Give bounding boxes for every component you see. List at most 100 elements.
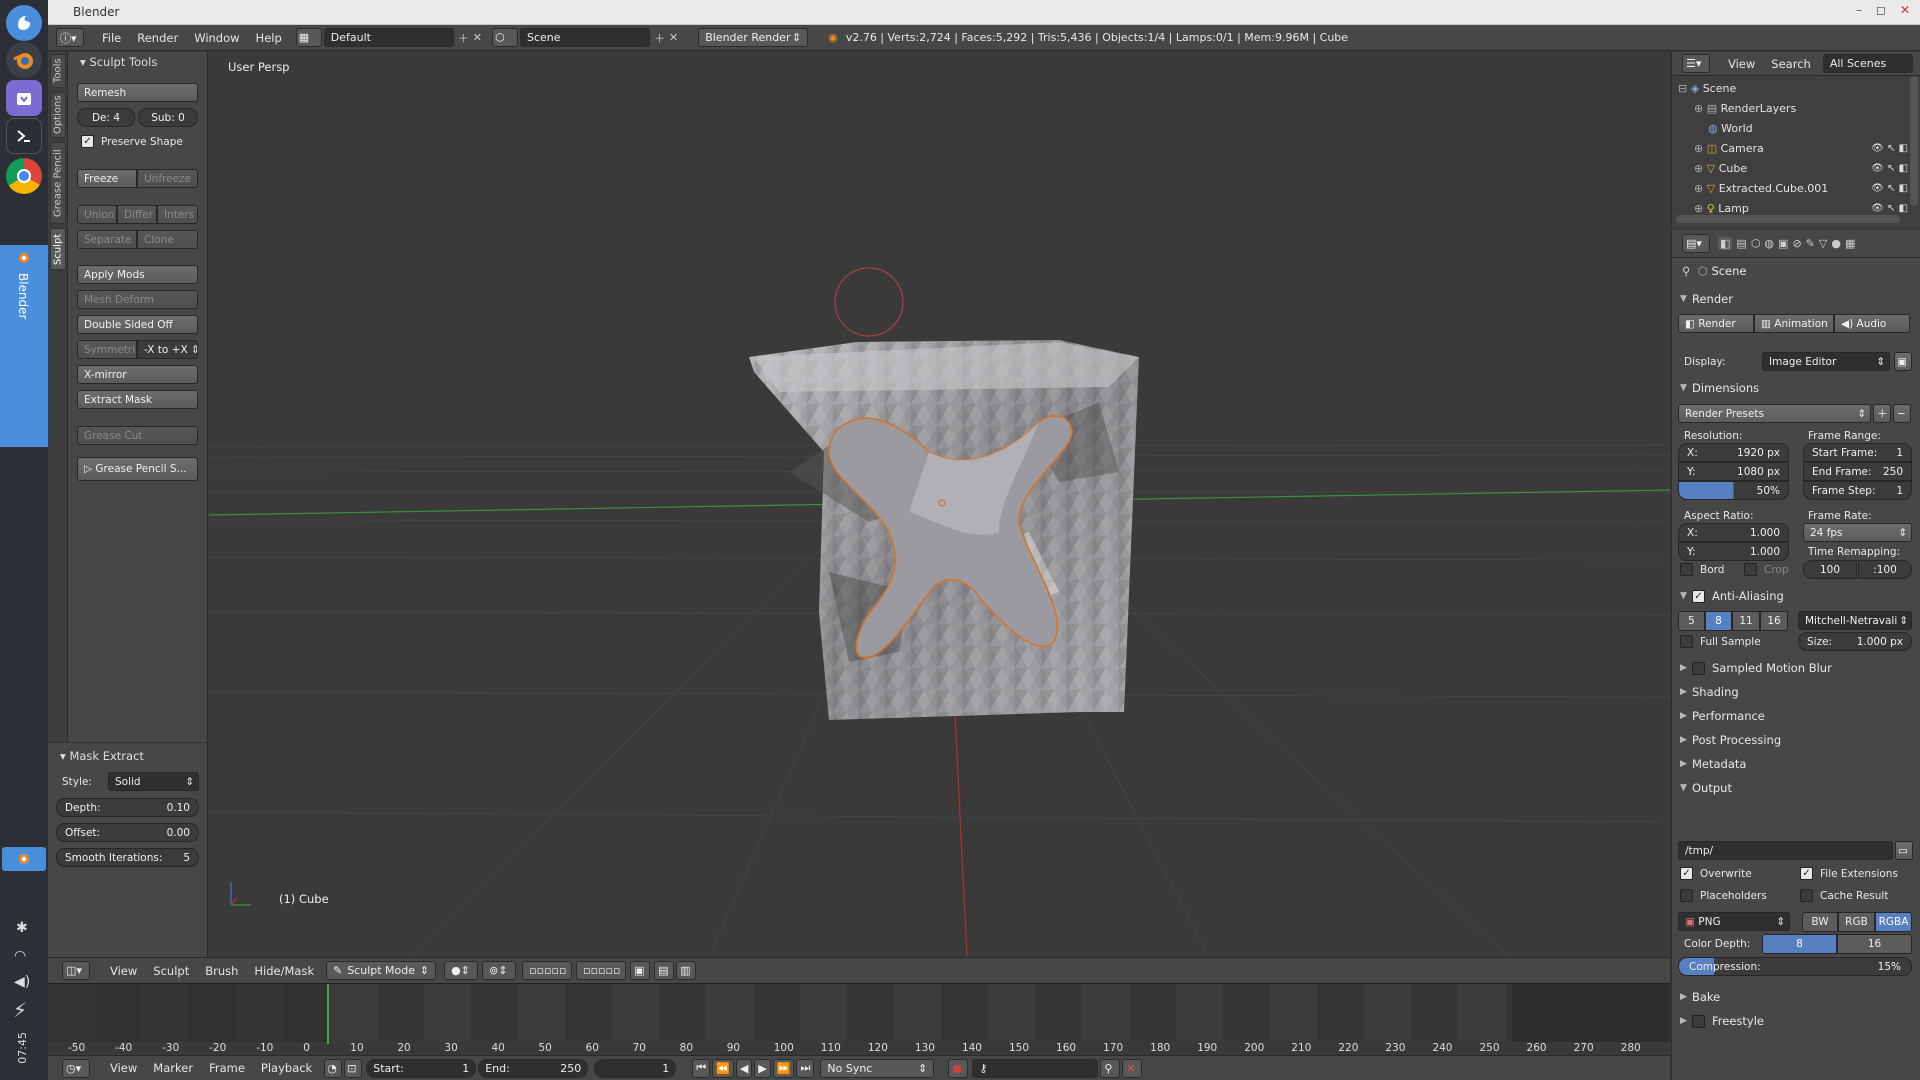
delete-keyframe-button[interactable]: ✕ [1122,1058,1143,1078]
jump-end-icon[interactable]: ⏭ [796,1058,815,1078]
sync-select[interactable]: No Sync ⇕ [820,1058,935,1078]
remove-preset-button[interactable]: − [1893,404,1911,423]
editor-type-timeline-button[interactable]: ◷▾ [62,1058,90,1078]
intersect-button[interactable]: Inters [157,205,198,224]
render-image-button[interactable]: ◧ Render [1678,314,1754,333]
symmetrize-button[interactable]: Symmetri [77,340,137,359]
store-icon[interactable] [6,80,42,116]
lock-camera-button[interactable]: ▣ [630,961,651,980]
object-tab-icon[interactable]: ▣ [1778,237,1788,250]
pivot-select[interactable]: ⊚⇕ [482,961,517,980]
mask-extract-title-row[interactable]: ▾ Mask Extract [48,746,188,766]
scene-name-field[interactable]: Scene [519,28,650,47]
render-audio-button[interactable]: ◀) Audio [1834,314,1910,333]
browse-output-button[interactable]: ▭ [1895,841,1913,860]
mode-select[interactable]: ✎ Sculpt Mode ⇕ [326,961,437,980]
offset-field[interactable]: Offset: 0.00 [56,823,199,842]
x-mirror-button[interactable]: X-mirror [77,365,198,384]
remove-scene-icon[interactable]: ✕ [669,31,678,44]
motion-blur-checkbox[interactable] [1692,662,1705,675]
timeline[interactable]: -50 -40 -30 -20 -10 0 10 20 30 40 50 60 70 80 90 100 110… [48,983,1670,1055]
cache-result-checkbox[interactable] [1800,889,1813,902]
add-scene-icon[interactable]: ＋ [654,30,665,46]
freeze-button[interactable]: Freeze [77,169,137,188]
resolution-y-field[interactable]: Y: 1080 px [1678,462,1789,481]
menu-window[interactable]: Window [186,31,247,45]
grease-cut-button[interactable]: Grease Cut [77,426,198,445]
display-select[interactable]: Image Editor ⇕ [1762,352,1890,371]
remesh-subdiv-field[interactable]: Sub: 0 [138,108,198,127]
preview-range-button[interactable]: ◔ [324,1058,343,1078]
sculpt-tools-header[interactable]: ▾ Sculpt Tools [68,52,208,72]
scene-canvas[interactable] [209,52,1670,957]
aa-samples-11[interactable]: 11 [1732,611,1760,631]
aa-samples-5[interactable]: 5 [1678,611,1705,631]
editor-type-outliner-button[interactable]: ☰▾ [1682,54,1710,73]
layers-grid-2[interactable]: ▫▫▫▫▫ [576,961,627,980]
color-depth-16[interactable]: 16 [1837,934,1912,954]
aa-samples-16[interactable]: 16 [1760,611,1788,631]
file-format-select[interactable]: ▣ PNG ⇕ [1678,912,1790,931]
anti-aliasing-checkbox[interactable]: ✓ [1692,590,1705,603]
aspect-y-field[interactable]: Y: 1.000 [1678,542,1789,561]
close-button[interactable]: ✕ [1900,3,1910,17]
outliner-search-menu[interactable]: Search [1763,57,1819,71]
separate-button[interactable]: Separate [77,230,137,249]
outliner-hscrollbar[interactable] [1676,215,1900,223]
layout-picker[interactable]: ▦ [295,28,322,47]
pin-icon[interactable]: ⚲ [1682,264,1698,278]
aa-samples-8[interactable]: 8 [1705,611,1732,631]
aa-size-field[interactable]: Size: 1.000 px [1798,632,1912,651]
unfreeze-button[interactable]: Unfreeze [137,169,198,188]
compression-slider[interactable]: Compression: 15% [1678,957,1912,976]
remesh-depth-field[interactable]: De: 4 [77,108,135,127]
preserve-shape-checkbox[interactable]: ✓ [81,135,94,148]
next-keyframe-icon[interactable]: ⏩ [772,1058,795,1078]
freestyle-checkbox[interactable] [1692,1015,1705,1028]
grease-pencil-sculpt-button[interactable]: ▷ Grease Pencil S... [77,457,198,481]
add-layout-icon[interactable]: ＋ [458,30,469,46]
remove-layout-icon[interactable]: ✕ [473,31,482,44]
shading-panel-header[interactable]: Shading [1676,682,1916,702]
style-select[interactable]: Solid ⇕ [108,772,199,791]
minimize-button[interactable]: – [1856,3,1862,17]
border-checkbox[interactable] [1680,563,1693,576]
bake-panel-header[interactable]: Bake [1676,987,1916,1007]
union-button[interactable]: Union [77,205,117,224]
depth-field[interactable]: Depth: 0.10 [56,798,199,817]
render-engine-select[interactable]: Blender Render ⇕ [698,28,809,47]
menu-sculpt[interactable]: Sculpt [145,964,197,978]
extracted-visibility-icons[interactable]: 👁 ↖ ◧ [1871,183,1908,194]
end-frame-prop-field[interactable]: End Frame: 250 [1803,462,1912,481]
color-mode-bw[interactable]: BW [1802,912,1838,932]
remap-old-field[interactable]: 100 [1803,560,1857,579]
layout-name-field[interactable]: Default [323,28,454,47]
world-tab-icon[interactable]: ◍ [1764,237,1774,250]
prev-keyframe-icon[interactable]: ⏪ [712,1058,734,1078]
layers-grid-1[interactable]: ▫▫▫▫▫ [522,961,573,980]
freestyle-panel-header[interactable]: Freestyle [1676,1011,1916,1031]
dimensions-panel-header[interactable]: Dimensions [1676,378,1916,398]
outliner-view-menu[interactable]: View [1720,57,1763,71]
bluetooth-icon[interactable]: ✱ [16,920,28,936]
material-tab-icon[interactable]: ● [1831,237,1841,250]
menu-brush[interactable]: Brush [197,964,246,978]
render-layers-tab-icon[interactable]: ▤ [1736,237,1746,250]
lamp-visibility-icons[interactable]: 👁 ↖ ◧ [1871,203,1908,214]
full-sample-checkbox[interactable] [1680,635,1693,648]
tab-tools[interactable]: Tools [50,54,66,88]
resolution-percentage-field[interactable]: 50% [1678,481,1789,500]
cube-visibility-icons[interactable]: 👁 ↖ ◧ [1871,163,1908,174]
add-preset-button[interactable]: ＋ [1873,404,1891,423]
editor-type-3d-button[interactable]: ◫▾ [62,961,90,980]
color-depth-8[interactable]: 8 [1762,934,1837,954]
aspect-x-field[interactable]: X: 1.000 [1678,523,1789,542]
blender-task-icon[interactable] [2,847,46,871]
frame-step-field[interactable]: Frame Step: 1 [1803,481,1912,500]
frame-rate-select[interactable]: 24 fps ⇕ [1803,523,1912,542]
smooth-iterations-field[interactable]: Smooth Iterations: 5 [56,848,199,867]
clock[interactable]: 07:45 [16,1032,29,1064]
3d-viewport[interactable]: User Persp (1) Cube [209,52,1670,957]
scene-picker[interactable]: ⬡ [491,28,518,47]
output-panel-header[interactable]: Output [1676,778,1916,798]
